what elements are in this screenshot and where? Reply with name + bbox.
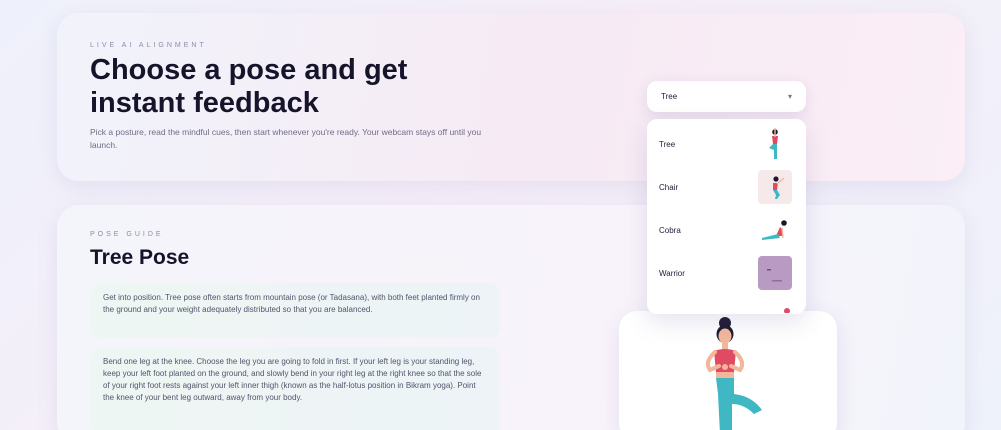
more-pose-icon [782, 303, 792, 314]
hero-eyebrow: LIVE AI ALIGNMENT [90, 42, 207, 49]
pose-option-label: Tree [659, 139, 676, 149]
pose-option-cobra[interactable]: Cobra [647, 210, 806, 250]
page-title: Choose a pose and get instant feedback [90, 54, 408, 119]
hero-subtitle: Pick a posture, read the mindful cues, t… [90, 127, 482, 150]
guide-eyebrow: POSE GUIDE [90, 231, 164, 238]
pose-option-label: Chair [659, 182, 679, 192]
pose-option-more[interactable] [647, 299, 806, 314]
chair-pose-icon [758, 170, 792, 204]
pose-dropdown-menu: Tree Chair Cobra Warrior [647, 119, 806, 314]
tree-pose-icon [758, 127, 792, 161]
pose-option-label: Cobra [659, 225, 681, 235]
pose-option-warrior[interactable]: Warrior [647, 253, 806, 293]
pose-select-value: Tree [661, 92, 678, 101]
warrior-pose-icon [758, 256, 792, 290]
guide-step: Bend one leg at the knee. Choose the leg… [91, 347, 500, 430]
pose-select[interactable]: Tree ▾ [647, 81, 806, 112]
cobra-pose-icon [758, 213, 792, 247]
tree-pose-illustration [670, 314, 780, 430]
pose-option-tree[interactable]: Tree [647, 124, 806, 164]
guide-step: Get into position. Tree pose often start… [91, 283, 500, 338]
chevron-down-icon: ▾ [787, 92, 792, 101]
pose-title: Tree Pose [90, 246, 190, 269]
pose-option-chair[interactable]: Chair [647, 167, 806, 207]
pose-option-label: Warrior [659, 268, 685, 278]
